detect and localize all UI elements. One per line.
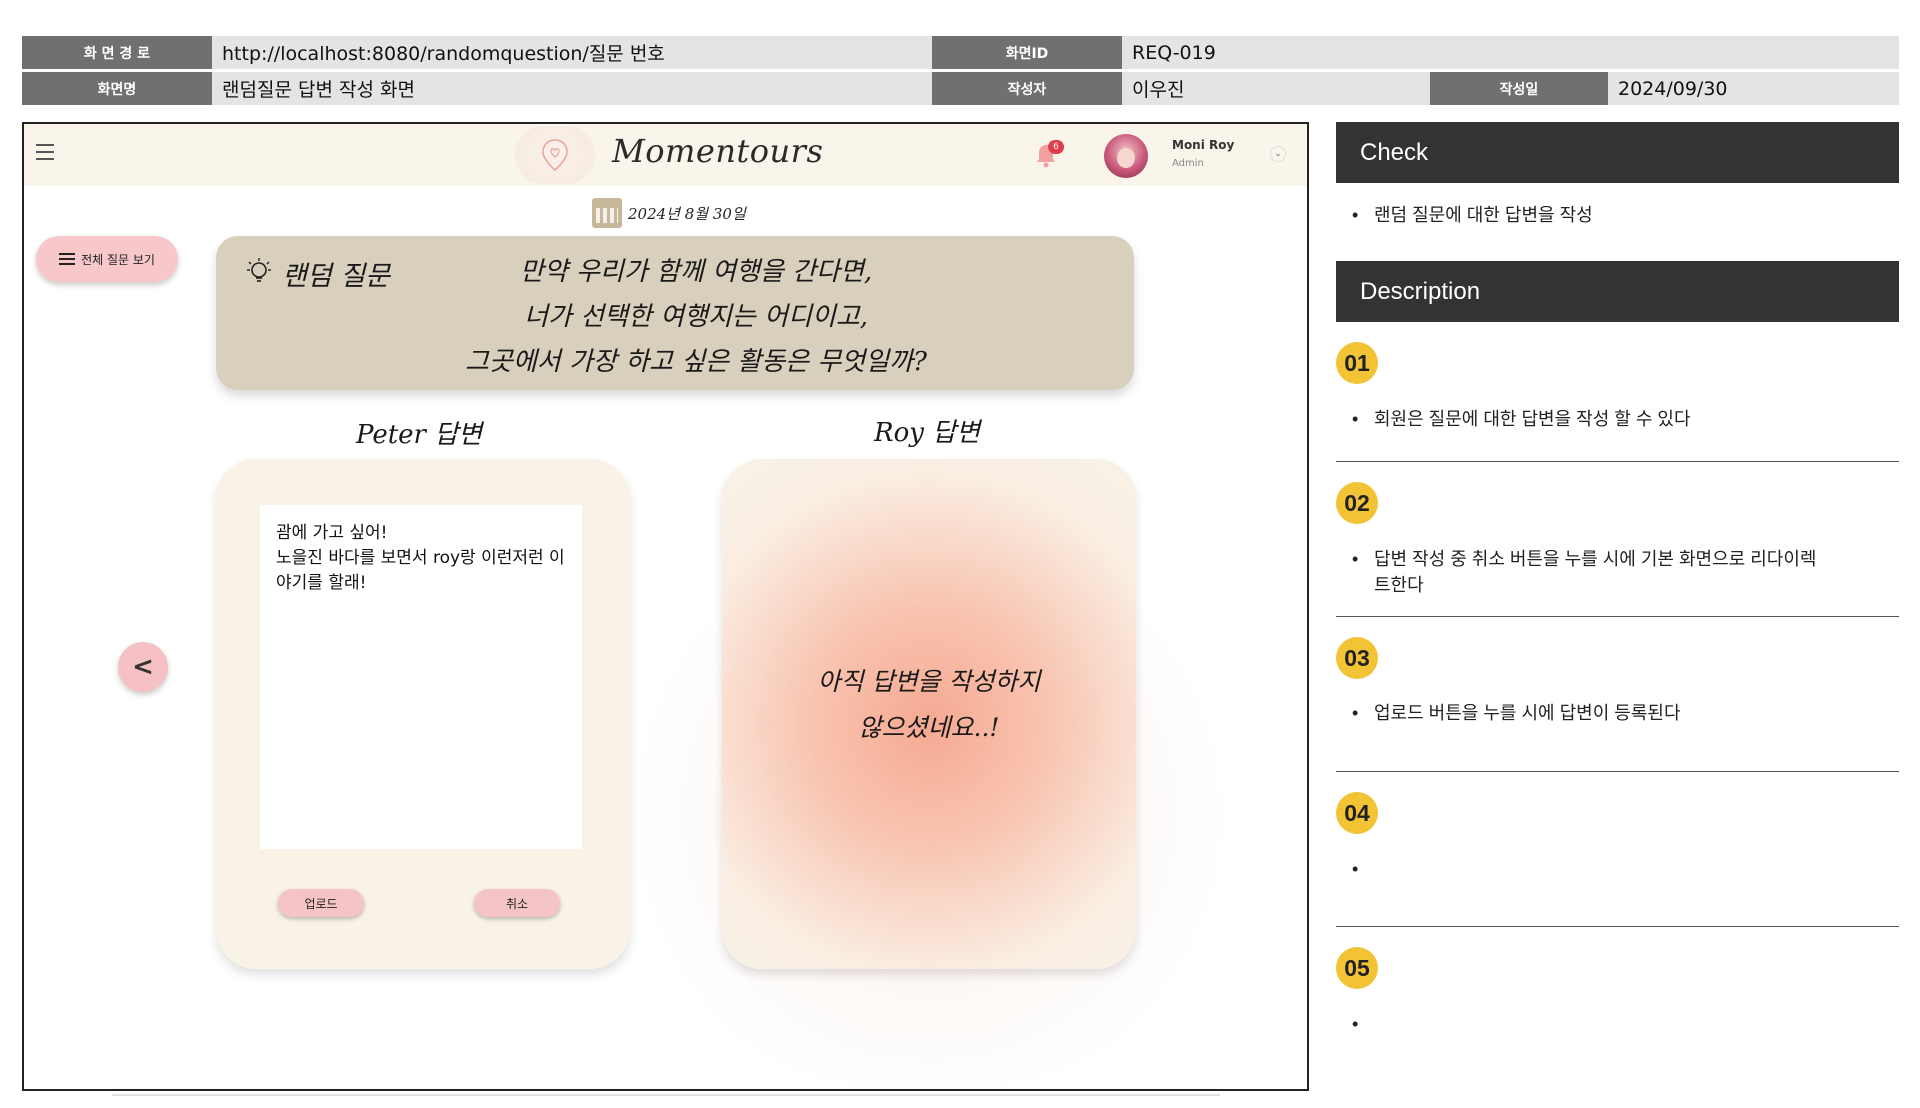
bottom-divider bbox=[112, 1094, 1220, 1096]
description-item: • 회원은 질문에 대한 답변을 작성 할 수 있다 bbox=[1352, 406, 1691, 432]
hamburger-menu-icon[interactable] bbox=[36, 144, 54, 160]
meta-row-name: 화면명 랜덤질문 답변 작성 화면 작성자 이우진 작성일 2024/09/30 bbox=[22, 72, 1899, 105]
description-item-text: 업로드 버튼을 누를 시에 답변이 등록된다 bbox=[1374, 703, 1681, 723]
cancel-button[interactable]: 취소 bbox=[474, 889, 560, 917]
path-label: 화 면 경 로 bbox=[22, 36, 212, 69]
description-number-badge: 01 bbox=[1336, 342, 1378, 384]
description-item-text: 답변 작성 중 취소 버튼을 누를 시에 기본 화면으로 리다이렉 트한다 bbox=[1374, 549, 1817, 595]
description-divider bbox=[1336, 616, 1899, 617]
question-text: 만약 우리가 함께 여행을 간다면, 너가 선택한 여행지는 어디이고, 그곳에… bbox=[436, 250, 956, 385]
all-questions-button[interactable]: 전체 질문 보기 bbox=[36, 236, 178, 282]
question-label: 랜덤 질문 bbox=[282, 261, 390, 292]
notification-count-badge: 6 bbox=[1048, 140, 1064, 154]
description-item: • 답변 작성 중 취소 버튼을 누를 시에 기본 화면으로 리다이렉 트한다 bbox=[1352, 546, 1892, 598]
screen-id-label: 화면ID bbox=[932, 36, 1122, 69]
peter-answer-title: Peter 답변 bbox=[356, 420, 483, 450]
path-value: http://localhost:8080/randomquestion/질문 … bbox=[212, 36, 932, 69]
calendar-icon bbox=[592, 198, 622, 228]
user-role: Admin bbox=[1172, 158, 1204, 169]
question-line: 너가 선택한 여행지는 어디이고, bbox=[523, 302, 869, 332]
description-number-badge: 02 bbox=[1336, 482, 1378, 524]
check-item: • 랜덤 질문에 대한 답변을 작성 bbox=[1352, 202, 1593, 228]
question-line: 만약 우리가 함께 여행을 간다면, bbox=[519, 257, 873, 287]
upload-button[interactable]: 업로드 bbox=[278, 889, 364, 917]
roy-empty-message: 아직 답변을 작성하지 않으셨네요..! bbox=[782, 659, 1076, 751]
description-divider bbox=[1336, 461, 1899, 462]
author-value: 이우진 bbox=[1122, 72, 1430, 105]
date-display: 2024년 8월 30일 bbox=[592, 198, 746, 228]
screen-name-value: 랜덤질문 답변 작성 화면 bbox=[212, 72, 932, 105]
peter-answer-card: 괌에 가고 싶어! 노을진 바다를 보면서 roy랑 이런저런 이야기를 할래!… bbox=[216, 459, 630, 969]
meta-row-path: 화 면 경 로 http://localhost:8080/randomques… bbox=[22, 36, 1899, 69]
date-label: 작성일 bbox=[1430, 72, 1608, 105]
random-question-card: 랜덤 질문 만약 우리가 함께 여행을 간다면, 너가 선택한 여행지는 어디이… bbox=[216, 236, 1134, 390]
description-item-text: 회원은 질문에 대한 답변을 작성 할 수 있다 bbox=[1374, 409, 1691, 429]
check-header: Check bbox=[1336, 122, 1899, 183]
previous-button[interactable]: < bbox=[118, 642, 168, 692]
logo-icon bbox=[514, 126, 596, 184]
app-logo-text[interactable]: Momentours bbox=[612, 132, 823, 170]
user-avatar[interactable] bbox=[1104, 134, 1148, 178]
description-item: • 업로드 버튼을 누를 시에 답변이 등록된다 bbox=[1352, 700, 1681, 726]
description-number-badge: 03 bbox=[1336, 637, 1378, 679]
description-header: Description bbox=[1336, 261, 1899, 322]
check-item-text: 랜덤 질문에 대한 답변을 작성 bbox=[1374, 205, 1593, 225]
description-divider bbox=[1336, 771, 1899, 772]
screen-id-value: REQ-019 bbox=[1122, 36, 1899, 69]
date-value: 2024/09/30 bbox=[1608, 72, 1899, 105]
user-name: Moni Roy bbox=[1172, 138, 1235, 152]
chevron-down-icon[interactable]: ⌄ bbox=[1270, 146, 1286, 162]
screen-name-label: 화면명 bbox=[22, 72, 212, 105]
author-label: 작성자 bbox=[932, 72, 1122, 105]
roy-empty-line: 않으셨네요..! bbox=[858, 713, 1000, 742]
roy-answer-card: 아직 답변을 작성하지 않으셨네요..! bbox=[722, 459, 1136, 969]
lightbulb-icon bbox=[246, 256, 272, 288]
question-line: 그곳에서 가장 하고 싶은 활동은 무엇일까? bbox=[465, 347, 927, 377]
roy-answer-title: Roy 답변 bbox=[874, 418, 981, 448]
description-number-badge: 05 bbox=[1336, 947, 1378, 989]
screen-frame: Momentours 6 Moni Roy Admin ⌄ 2024년 8월 3… bbox=[22, 122, 1309, 1091]
app-header: Momentours 6 Moni Roy Admin ⌄ bbox=[24, 124, 1307, 186]
list-icon bbox=[59, 253, 76, 265]
answer-textarea[interactable]: 괌에 가고 싶어! 노을진 바다를 보면서 roy랑 이런저런 이야기를 할래! bbox=[260, 505, 582, 849]
date-text: 2024년 8월 30일 bbox=[628, 204, 746, 223]
description-number-badge: 04 bbox=[1336, 792, 1378, 834]
all-questions-label: 전체 질문 보기 bbox=[81, 252, 155, 267]
description-divider bbox=[1336, 926, 1899, 927]
roy-empty-line: 아직 답변을 작성하지 bbox=[817, 667, 1041, 696]
